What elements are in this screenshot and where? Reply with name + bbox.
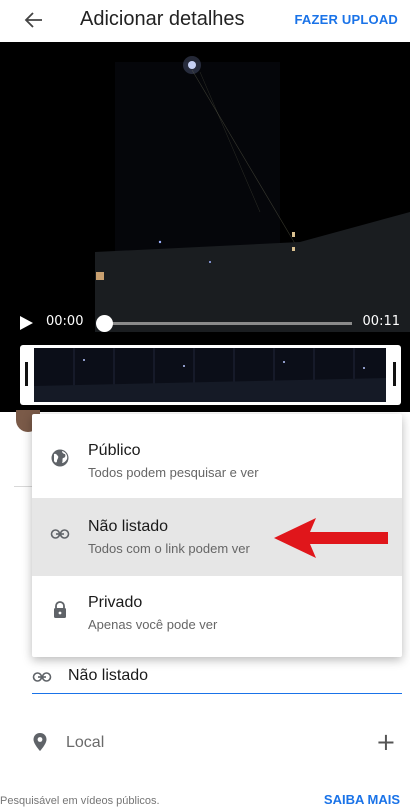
option-title: Privado: [88, 594, 143, 611]
upload-button[interactable]: FAZER UPLOAD: [294, 12, 398, 27]
total-time: 00:11: [362, 314, 400, 329]
back-arrow-icon[interactable]: [22, 8, 46, 32]
lock-icon: [54, 601, 66, 618]
seek-thumb[interactable]: [96, 315, 113, 332]
searchability-note: Pesquisável em vídeos públicos.: [0, 795, 160, 807]
filmstrip-thumbnails: [34, 348, 386, 402]
option-title: Público: [88, 442, 141, 459]
learn-more-link[interactable]: SAIBA MAIS: [324, 792, 400, 807]
visibility-option-private[interactable]: Privado Apenas você pode ver: [32, 574, 402, 652]
current-time: 00:00: [46, 314, 84, 329]
app-header: Adicionar detalhes FAZER UPLOAD: [0, 0, 410, 42]
globe-icon: [51, 449, 69, 467]
video-frame: [0, 42, 410, 332]
trim-handle-right[interactable]: [393, 362, 396, 386]
play-icon[interactable]: [18, 315, 34, 331]
player-controls: 00:00 00:11: [0, 307, 410, 337]
visibility-option-public[interactable]: Público Todos podem pesquisar e ver: [32, 422, 402, 500]
option-subtitle: Todos podem pesquisar e ver: [88, 465, 259, 480]
trim-handle-left[interactable]: [25, 362, 28, 386]
location-row[interactable]: Local +: [32, 730, 402, 760]
add-location-plus-icon[interactable]: +: [376, 730, 396, 754]
privacy-field[interactable]: Não listado: [32, 664, 402, 694]
link-icon: [50, 529, 70, 539]
filmstrip-frames: [34, 348, 386, 402]
link-icon: [32, 672, 52, 682]
option-subtitle: Apenas você pode ver: [88, 617, 218, 632]
location-label: Local: [66, 734, 105, 751]
location-pin-icon: [33, 733, 47, 751]
annotation-arrow-icon: [274, 518, 388, 558]
option-subtitle: Todos com o link podem ver: [88, 541, 250, 556]
option-title: Não listado: [88, 518, 169, 535]
privacy-value: Não listado: [68, 667, 149, 684]
trim-filmstrip[interactable]: [20, 345, 401, 405]
page-title: Adicionar detalhes: [80, 8, 245, 30]
seek-bar[interactable]: [104, 322, 352, 325]
video-preview[interactable]: 00:00 00:11: [0, 42, 410, 412]
